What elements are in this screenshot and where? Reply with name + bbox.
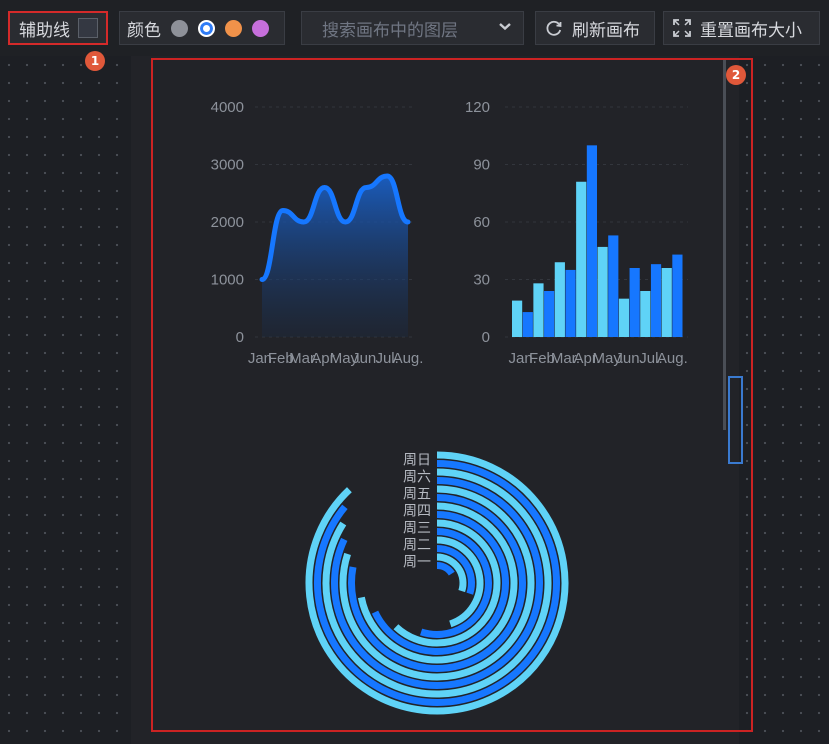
canvas-scrollbar[interactable] xyxy=(723,60,726,430)
canvas-selection-frame[interactable] xyxy=(151,58,753,732)
marker-badge-2: 2 xyxy=(726,65,746,85)
marker-badge-1: 1 xyxy=(85,51,105,71)
canvas-resize-handle[interactable] xyxy=(728,376,743,464)
